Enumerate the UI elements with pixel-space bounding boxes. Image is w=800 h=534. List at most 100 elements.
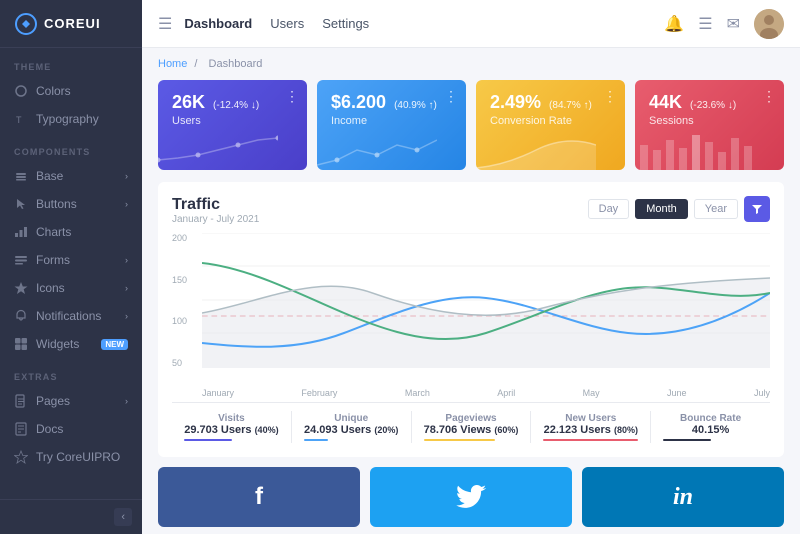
stat-new-users: New Users 22.123 Users (80%): [531, 411, 651, 443]
traffic-subtitle: January - July 2021: [172, 214, 588, 225]
chart-area: [202, 233, 770, 368]
widget-icon: [14, 337, 28, 351]
pages-label: Pages: [36, 394, 125, 408]
file-icon: [14, 394, 28, 408]
yaxis-150: 150: [172, 275, 196, 285]
yaxis-50: 50: [172, 358, 196, 368]
pageviews-bar: [424, 439, 495, 441]
text-icon: T: [14, 112, 28, 126]
chart-yaxis: 200 150 100 50: [172, 233, 200, 368]
sidebar-item-notifications[interactable]: Notifications ›: [0, 302, 142, 330]
social-facebook[interactable]: f: [158, 467, 360, 527]
stat-menu-conversion[interactable]: ⋮: [603, 88, 617, 105]
xaxis-apr: April: [497, 388, 515, 398]
nav-dashboard[interactable]: Dashboard: [184, 16, 252, 31]
mail-icon[interactable]: ✉: [727, 14, 740, 34]
social-twitter[interactable]: [370, 467, 572, 527]
income-label: Income: [331, 115, 452, 127]
sidebar-item-forms[interactable]: Forms ›: [0, 246, 142, 274]
chart-xaxis: January February March April May June Ju…: [202, 388, 770, 398]
section-extras: EXTRAS: [0, 358, 142, 387]
xaxis-feb: February: [301, 388, 337, 398]
notification-icon[interactable]: 🔔: [664, 14, 684, 34]
sidebar-item-icons[interactable]: Icons ›: [0, 274, 142, 302]
sidebar-item-try-pro[interactable]: Try CoreUIPRO: [0, 443, 142, 471]
breadcrumb-home[interactable]: Home: [158, 58, 187, 70]
sidebar-item-charts[interactable]: Charts: [0, 218, 142, 246]
stat-visits: Visits 29.703 Users (40%): [172, 411, 292, 443]
stat-bounce: Bounce Rate 40.15%: [651, 411, 770, 443]
visits-label: Visits: [172, 413, 291, 424]
facebook-icon: f: [255, 483, 263, 511]
collapse-button[interactable]: ‹: [114, 508, 132, 526]
stats-bottom: Visits 29.703 Users (40%) Unique 24.093 …: [172, 402, 770, 443]
conversion-label: Conversion Rate: [490, 115, 611, 127]
social-linkedin[interactable]: in: [582, 467, 784, 527]
sidebar-item-typography[interactable]: T Typography: [0, 105, 142, 133]
sidebar-logo[interactable]: COREUI: [0, 0, 142, 48]
base-label: Base: [36, 169, 125, 183]
users-change: (-12.4% ↓): [213, 100, 259, 111]
colors-label: Colors: [36, 84, 128, 98]
btn-year[interactable]: Year: [694, 199, 738, 219]
sidebar-collapse[interactable]: ‹: [0, 499, 142, 534]
pageviews-value: 78.706 Views (60%): [412, 424, 531, 436]
list-icon[interactable]: ☰: [698, 14, 712, 34]
nav-users[interactable]: Users: [270, 16, 304, 31]
users-label: Users: [172, 115, 293, 127]
traffic-filter-button[interactable]: [744, 196, 770, 222]
sidebar-item-widgets[interactable]: Widgets NEW: [0, 330, 142, 358]
forms-chevron: ›: [125, 255, 128, 265]
icons-label: Icons: [36, 281, 125, 295]
sidebar-item-pages[interactable]: Pages ›: [0, 387, 142, 415]
linkedin-icon: in: [673, 484, 693, 511]
nav-settings[interactable]: Settings: [322, 16, 369, 31]
stat-menu-income[interactable]: ⋮: [444, 88, 458, 105]
traffic-title-block: Traffic January - July 2021: [172, 196, 588, 225]
notifications-label: Notifications: [36, 309, 125, 323]
btn-day[interactable]: Day: [588, 199, 630, 219]
avatar[interactable]: [754, 9, 784, 39]
svg-text:T: T: [16, 115, 22, 125]
xaxis-may: May: [583, 388, 600, 398]
breadcrumb: Home / Dashboard: [158, 58, 784, 70]
section-theme: THEME: [0, 48, 142, 77]
header-nav: Dashboard Users Settings: [184, 16, 664, 31]
new-users-label: New Users: [531, 413, 650, 424]
buttons-label: Buttons: [36, 197, 125, 211]
buttons-chevron: ›: [125, 199, 128, 209]
stat-card-sessions: ⋮ 44K (-23.6% ↓) Sessions: [635, 80, 784, 170]
section-components: COMPONENTS: [0, 133, 142, 162]
sidebar-item-buttons[interactable]: Buttons ›: [0, 190, 142, 218]
forms-label: Forms: [36, 253, 125, 267]
stats-row: ⋮ 26K (-12.4% ↓) Users ⋮ $6.200: [158, 80, 784, 170]
stat-menu-sessions[interactable]: ⋮: [762, 88, 776, 105]
sidebar-item-colors[interactable]: Colors: [0, 77, 142, 105]
sidebar-item-base[interactable]: Base ›: [0, 162, 142, 190]
unique-label: Unique: [292, 413, 411, 424]
content-area: Home / Dashboard ⋮ 26K (-12.4% ↓) Users: [142, 48, 800, 534]
traffic-title: Traffic: [172, 196, 588, 214]
try-pro-label: Try CoreUIPRO: [36, 450, 128, 464]
icons-chevron: ›: [125, 283, 128, 293]
traffic-header: Traffic January - July 2021 Day Month Ye…: [172, 196, 770, 225]
header: ☰ Dashboard Users Settings 🔔 ☰ ✉: [142, 0, 800, 48]
widgets-badge: NEW: [101, 339, 128, 350]
sidebar-item-docs[interactable]: Docs: [0, 415, 142, 443]
sessions-change: (-23.6% ↓): [690, 100, 736, 111]
breadcrumb-separator: /: [194, 58, 200, 70]
pageviews-label: Pageviews: [412, 413, 531, 424]
hamburger-icon[interactable]: ☰: [158, 14, 172, 34]
form-icon: [14, 253, 28, 267]
conversion-change: (84.7% ↑): [549, 100, 592, 111]
stat-menu-users[interactable]: ⋮: [285, 88, 299, 105]
xaxis-jun: June: [667, 388, 687, 398]
doc-icon: [14, 422, 28, 436]
btn-month[interactable]: Month: [635, 199, 688, 219]
logo-icon: [14, 12, 38, 36]
main-content: ☰ Dashboard Users Settings 🔔 ☰ ✉ Home / …: [142, 0, 800, 534]
new-users-bar: [543, 439, 638, 441]
notifications-chevron: ›: [125, 311, 128, 321]
docs-label: Docs: [36, 422, 128, 436]
bounce-bar: [663, 439, 711, 441]
